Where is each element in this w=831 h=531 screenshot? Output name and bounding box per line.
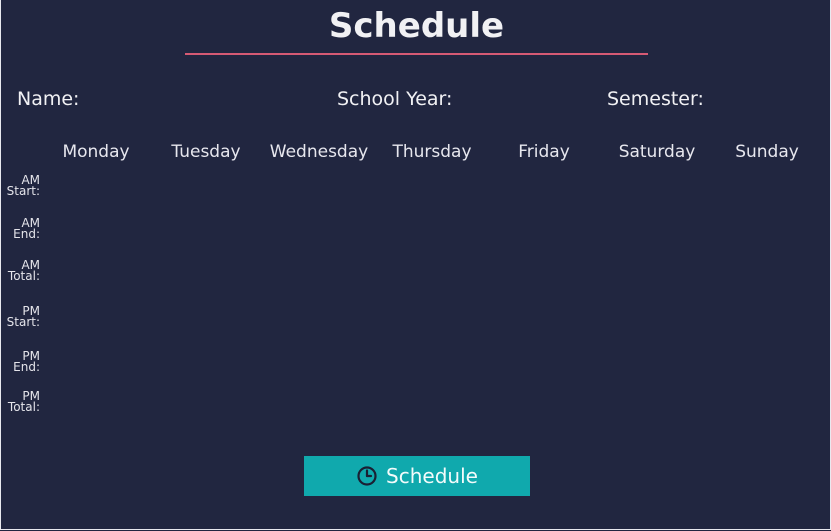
school-year-label: School Year: (337, 88, 453, 110)
title-underline (185, 53, 648, 55)
row-label-am-end: AM End: (13, 216, 40, 241)
day-header-friday: Friday (518, 142, 570, 162)
day-header-monday: Monday (62, 142, 130, 162)
row-label-pm-start: PM Start: (6, 304, 40, 329)
schedule-panel: Schedule Name: School Year: Semester: Mo… (0, 0, 831, 530)
row-label-am-start: AM Start: (6, 173, 40, 198)
day-header-tuesday: Tuesday (171, 142, 241, 162)
page-title: Schedule (328, 6, 505, 46)
day-header-sunday: Sunday (735, 142, 799, 162)
name-label: Name: (17, 88, 80, 110)
day-header-wednesday: Wednesday (269, 142, 369, 162)
row-label-pm-end: PM End: (13, 349, 40, 374)
schedule-button[interactable]: Schedule (304, 456, 530, 496)
day-header-saturday: Saturday (618, 142, 696, 162)
row-label-pm-total: PM Total: (7, 389, 40, 414)
schedule-button-label: Schedule (386, 464, 478, 488)
day-header-thursday: Thursday (392, 142, 472, 162)
semester-label: Semester: (607, 88, 704, 110)
clock-icon (356, 465, 378, 487)
row-label-am-total: AM Total: (7, 258, 40, 283)
